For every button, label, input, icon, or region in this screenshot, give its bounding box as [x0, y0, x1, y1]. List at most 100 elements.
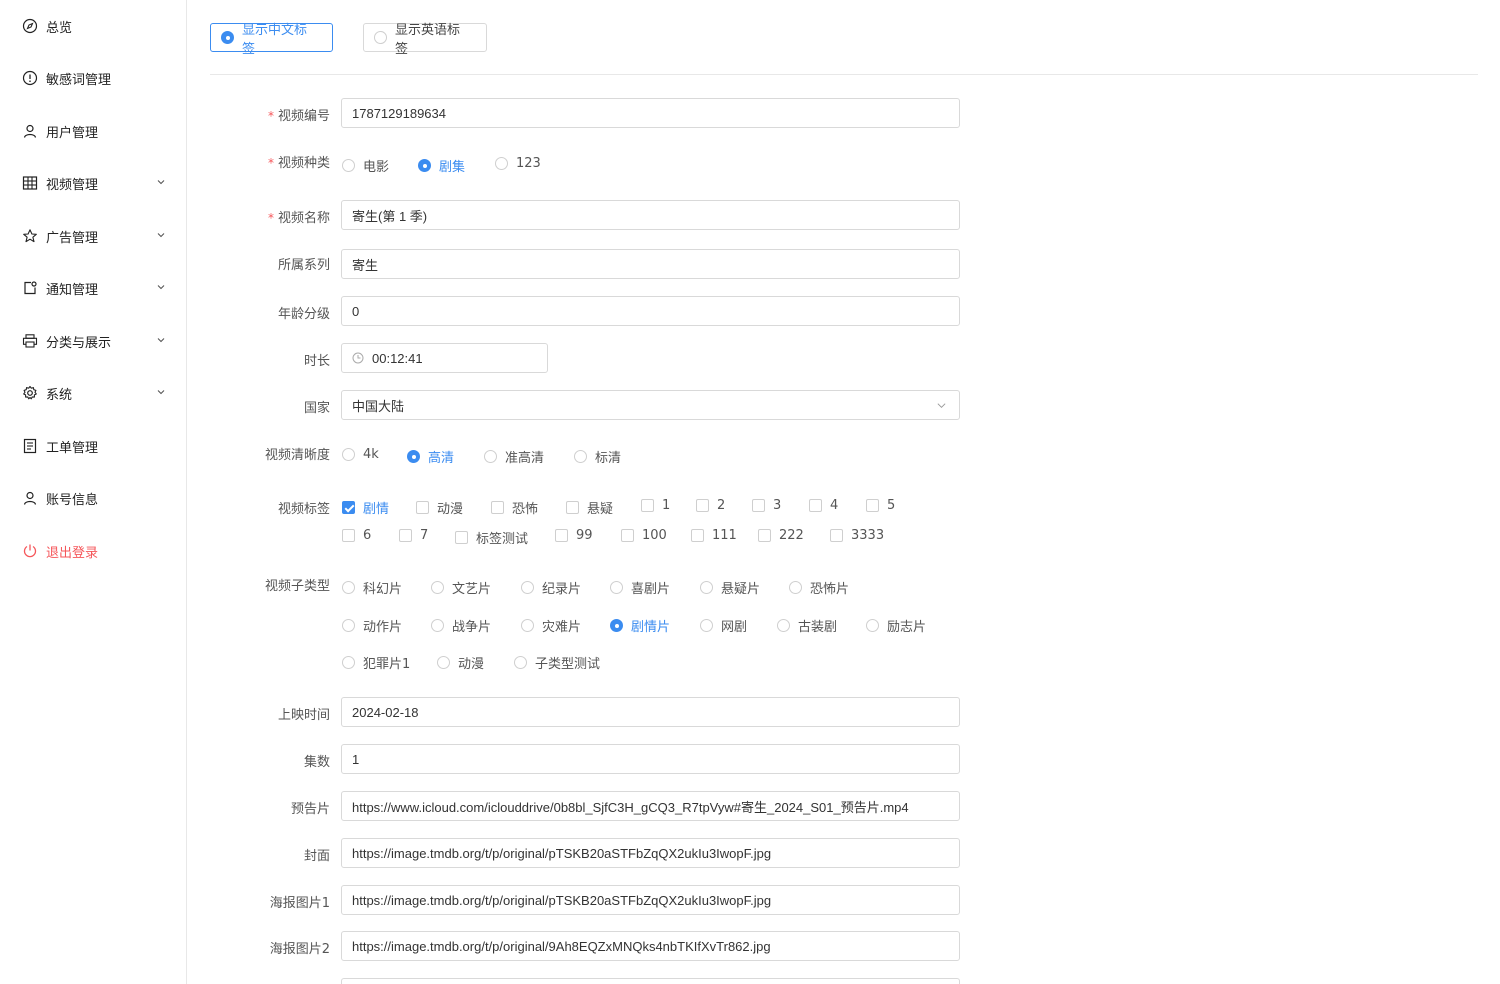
subtype-radio[interactable]: 动漫 — [437, 653, 484, 672]
tag-checkbox[interactable]: 7 — [399, 528, 428, 543]
quality-radio-hd[interactable]: 高清 — [407, 447, 454, 466]
duration-value: 00:12:41 — [372, 350, 423, 366]
next-field-input[interactable] — [341, 978, 960, 984]
divider — [210, 74, 1478, 75]
table-icon — [22, 175, 38, 191]
episodes-input[interactable]: 1 — [341, 744, 960, 774]
clock-icon — [352, 352, 364, 364]
show-chinese-labels-button[interactable]: 显示中文标签 — [210, 23, 333, 57]
release-date-input[interactable]: 2024-02-18 — [341, 697, 960, 727]
subtype-radio[interactable]: 战争片 — [431, 616, 491, 635]
sidebar-item-label: 工单管理 — [46, 440, 99, 456]
video-kind-radio-123[interactable]: 123 — [495, 156, 541, 171]
subtype-radio[interactable]: 古装剧 — [777, 616, 837, 635]
tag-checkbox[interactable]: 1 — [641, 498, 670, 513]
tag-checkbox[interactable]: 99 — [555, 528, 593, 543]
show-chinese-labels-text: 显示中文标签 — [242, 22, 308, 57]
sidebar-item-tickets[interactable]: 工单管理 — [0, 426, 186, 466]
sidebar-item-system[interactable]: 系统 — [0, 373, 186, 413]
tag-checkbox[interactable]: 恐怖 — [491, 498, 538, 517]
subtype-radio[interactable]: 动作片 — [342, 616, 402, 635]
show-english-labels-button[interactable]: 显示英语标签 — [363, 23, 487, 57]
tag-checkbox[interactable]: 6 — [342, 528, 371, 543]
quality-label: 视频清晰度 — [264, 448, 330, 463]
tag-checkbox[interactable]: 动漫 — [416, 498, 463, 517]
sidebar-item-ads[interactable]: 广告管理 — [0, 216, 186, 256]
tag-checkbox[interactable]: 剧情 — [342, 498, 389, 517]
subtype-radio[interactable]: 纪录片 — [521, 578, 581, 597]
tag-checkbox[interactable]: 标签测试 — [455, 528, 528, 547]
chevron-down-icon — [157, 233, 165, 238]
chevron-down-icon — [157, 285, 165, 290]
subtype-radio[interactable]: 文艺片 — [431, 578, 491, 597]
tag-checkbox[interactable]: 3 — [752, 498, 781, 513]
subtype-radio[interactable]: 子类型测试 — [514, 653, 600, 672]
poster1-input[interactable]: https://image.tmdb.org/t/p/original/pTSK… — [341, 885, 960, 915]
tags-label: 视频标签 — [277, 502, 330, 517]
video-id-input[interactable]: 1787129189634 — [341, 98, 960, 128]
tag-checkbox[interactable]: 222 — [758, 528, 804, 543]
subtype-radio[interactable]: 喜剧片 — [610, 578, 670, 597]
video-name-label: * 视频名称 — [267, 211, 330, 226]
user-icon — [22, 490, 38, 506]
tag-checkbox[interactable]: 2 — [696, 498, 725, 513]
sidebar-item-categories[interactable]: 分类与展示 — [0, 321, 186, 361]
sidebar-item-label: 系统 — [46, 387, 73, 403]
subtype-radio[interactable]: 灾难片 — [521, 616, 581, 635]
gear-icon — [22, 385, 38, 401]
subtype-radio[interactable]: 悬疑片 — [700, 578, 760, 597]
subtype-radio[interactable]: 网剧 — [700, 616, 747, 635]
power-icon — [22, 543, 38, 559]
video-kind-radio-series[interactable]: 剧集 — [418, 156, 465, 175]
series-input[interactable]: 寄生 — [341, 249, 960, 279]
trailer-input[interactable]: https://www.icloud.com/iclouddrive/0b8bl… — [341, 791, 960, 821]
sidebar-item-account[interactable]: 账号信息 — [0, 478, 186, 518]
notification-icon — [22, 280, 38, 296]
sidebar-item-overview[interactable]: 总览 — [0, 6, 186, 46]
sidebar-item-label: 总览 — [46, 20, 73, 36]
quality-radio-near-hd[interactable]: 准高清 — [484, 447, 544, 466]
sidebar-item-videos[interactable]: 视频管理 — [0, 163, 186, 203]
sidebar-item-label: 账号信息 — [46, 492, 99, 508]
tag-checkbox[interactable]: 3333 — [830, 528, 884, 543]
sidebar-item-label: 通知管理 — [46, 282, 99, 298]
printer-icon — [22, 333, 38, 349]
sidebar-item-notifications[interactable]: 通知管理 — [0, 268, 186, 308]
chevron-down-icon — [157, 338, 165, 343]
subtype-radio[interactable]: 科幻片 — [342, 578, 402, 597]
quality-radio-sd[interactable]: 标清 — [574, 447, 621, 466]
sidebar-item-users[interactable]: 用户管理 — [0, 111, 186, 151]
sidebar: 总览 敏感词管理 用户管理 视频管理 广告管理 通知管理 分类与展示 系统 工单… — [0, 0, 187, 984]
video-kind-radio-movie[interactable]: 电影 — [342, 156, 389, 175]
subtype-radio[interactable]: 剧情片 — [610, 616, 670, 635]
tag-checkbox[interactable]: 111 — [691, 528, 737, 543]
quality-radio-4k[interactable]: 4k — [342, 447, 379, 462]
sidebar-item-label: 敏感词管理 — [46, 72, 112, 88]
sidebar-item-logout[interactable]: 退出登录 — [0, 531, 186, 571]
duration-picker[interactable]: 00:12:41 — [341, 343, 548, 373]
age-rating-input[interactable]: 0 — [341, 296, 960, 326]
subtype-label: 视频子类型 — [264, 579, 330, 594]
country-select[interactable]: 中国大陆 — [341, 390, 960, 420]
sidebar-item-sensitive-words[interactable]: 敏感词管理 — [0, 58, 186, 98]
trailer-label: 预告片 — [290, 802, 330, 817]
tag-checkbox[interactable]: 5 — [866, 498, 895, 513]
sidebar-item-label: 用户管理 — [46, 125, 99, 141]
country-label: 国家 — [303, 401, 330, 416]
document-icon — [22, 438, 38, 454]
sidebar-item-label: 退出登录 — [46, 545, 99, 561]
episodes-label: 集数 — [303, 755, 330, 770]
subtype-radio[interactable]: 犯罪片1 — [342, 653, 410, 672]
sidebar-item-label: 广告管理 — [46, 230, 99, 246]
tag-checkbox[interactable]: 100 — [621, 528, 667, 543]
poster2-input[interactable]: https://image.tmdb.org/t/p/original/9Ah8… — [341, 931, 960, 961]
tag-checkbox[interactable]: 4 — [809, 498, 838, 513]
subtype-radio[interactable]: 励志片 — [866, 616, 926, 635]
video-name-input[interactable]: 寄生(第 1 季) — [341, 200, 960, 230]
chevron-down-icon — [157, 390, 165, 395]
subtype-radio[interactable]: 恐怖片 — [789, 578, 849, 597]
duration-label: 时长 — [303, 354, 330, 369]
chevron-down-icon — [937, 403, 946, 408]
tag-checkbox[interactable]: 悬疑 — [566, 498, 613, 517]
cover-input[interactable]: https://image.tmdb.org/t/p/original/pTSK… — [341, 838, 960, 868]
